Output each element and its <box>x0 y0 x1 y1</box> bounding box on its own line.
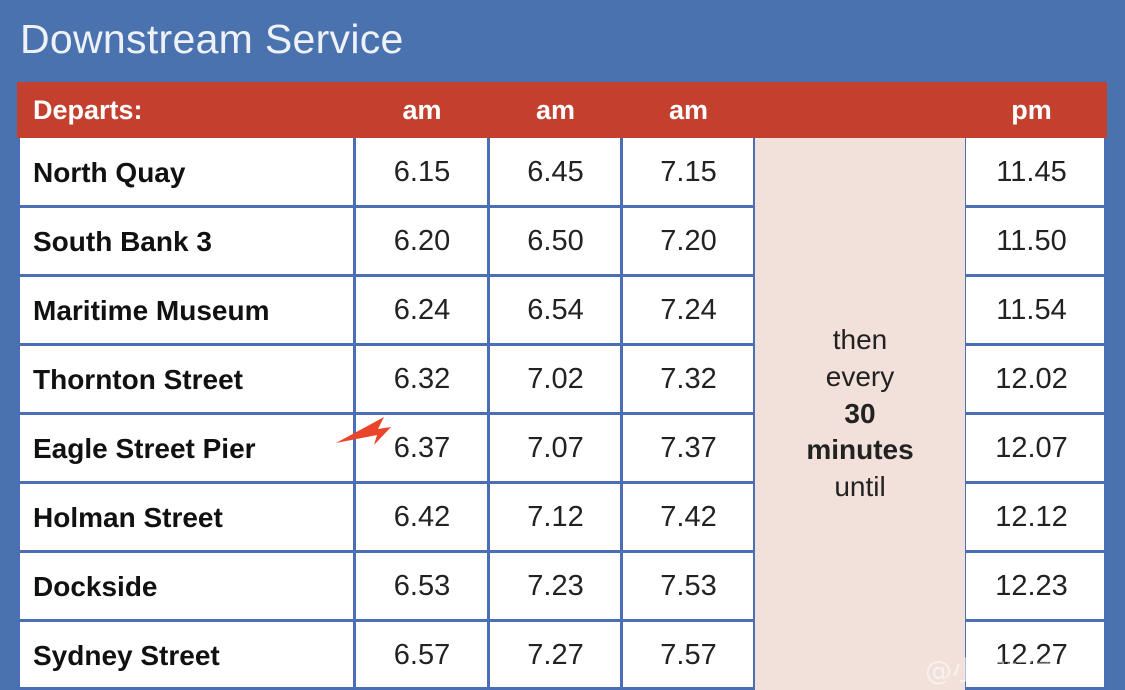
departure-time: 12.12 <box>995 501 1068 533</box>
column-divider <box>17 138 20 690</box>
frequency-note-text: then every 30 minutes until <box>755 138 965 690</box>
page-title: Downstream Service <box>20 16 404 62</box>
station-name: Eagle Street Pier <box>33 433 256 464</box>
column-divider <box>353 138 356 690</box>
note-line-interval: 30 <box>844 397 876 429</box>
departure-time: 7.15 <box>660 156 717 188</box>
departure-time: 6.53 <box>393 570 451 602</box>
departure-time: 6.42 <box>393 501 451 533</box>
note-line-then: then <box>832 323 888 355</box>
departure-time: 7.24 <box>660 294 717 326</box>
departure-time: 7.12 <box>527 501 584 533</box>
station-name: Dockside <box>33 571 158 602</box>
column-header-am-3: am <box>668 95 709 125</box>
departure-time: 7.02 <box>527 363 584 395</box>
departure-time: 11.45 <box>996 156 1067 188</box>
departure-time: 6.24 <box>393 294 451 326</box>
departure-time: 7.23 <box>527 570 584 602</box>
station-name: Thornton Street <box>33 364 243 395</box>
departure-time: 6.57 <box>393 639 451 671</box>
departure-time: 7.27 <box>527 639 584 671</box>
note-line-minutes: minutes <box>806 434 914 466</box>
station-name: North Quay <box>33 157 186 188</box>
timetable: Departs: am am am pm North Quay 6.15 6.4… <box>17 82 1107 690</box>
station-name: Holman Street <box>33 502 223 533</box>
departure-time: 7.57 <box>660 639 717 671</box>
column-header-am-2: am <box>535 95 576 125</box>
departure-time: 12.02 <box>995 363 1068 395</box>
station-name: South Bank 3 <box>33 226 212 257</box>
departure-time: 11.54 <box>996 294 1067 326</box>
departure-time: 6.15 <box>393 156 451 188</box>
column-header-pm: pm <box>1011 95 1052 125</box>
departure-time: 11.50 <box>996 225 1067 257</box>
column-divider <box>487 138 490 690</box>
departure-time: 7.20 <box>660 225 717 257</box>
departure-time: 12.23 <box>995 570 1068 602</box>
column-divider <box>620 138 623 690</box>
departure-time: 6.32 <box>393 363 451 395</box>
station-name: Maritime Museum <box>33 295 270 326</box>
departure-time: 7.53 <box>660 570 717 602</box>
departure-time: 12.07 <box>995 432 1068 464</box>
note-line-until: until <box>834 471 886 503</box>
departure-time: 6.20 <box>393 225 451 257</box>
table-body: North Quay 6.15 6.45 7.15 11.45 South Ba… <box>17 138 1107 690</box>
departure-time: 7.37 <box>660 432 717 464</box>
column-header-departs: Departs: <box>33 95 143 125</box>
frequency-note-cell: then every 30 minutes until <box>755 138 965 690</box>
column-header-am-1: am <box>402 95 442 125</box>
watermark: @小学校之家 <box>925 656 1087 687</box>
departure-time: 7.32 <box>660 363 717 395</box>
departure-time: 6.50 <box>527 225 584 257</box>
departure-time: 6.54 <box>527 294 584 326</box>
timetable-page: Downstream Service Departs: am am am pm … <box>0 0 1125 690</box>
column-divider <box>1104 138 1107 690</box>
departure-time: 6.37 <box>393 432 451 464</box>
departure-time: 6.45 <box>527 156 584 188</box>
departure-time: 7.42 <box>660 501 717 533</box>
table-header-row: Departs: am am am pm <box>17 82 1107 138</box>
note-line-every: every <box>825 360 895 392</box>
station-name: Sydney Street <box>33 640 220 671</box>
departure-time: 7.07 <box>527 432 584 464</box>
